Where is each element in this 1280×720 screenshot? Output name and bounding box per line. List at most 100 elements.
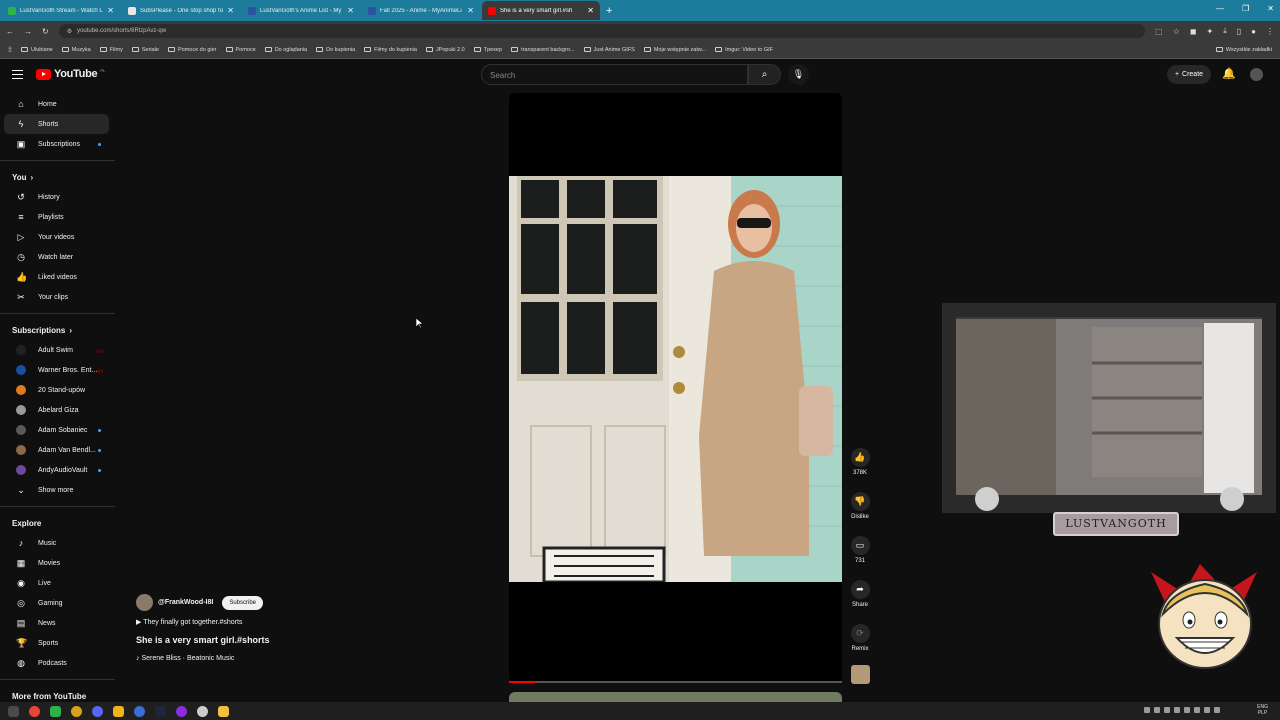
bookmark-item[interactable]: Filmy [99,47,123,53]
create-button[interactable]: + Create [1167,65,1211,84]
browser-tab[interactable]: SubsPlease - One stop shop fo ✕ [122,1,240,20]
bookmark-item[interactable]: Do kupienia [316,47,355,53]
search-input[interactable]: Search [481,64,748,85]
back-icon[interactable]: ← [6,27,14,36]
browser-tab[interactable]: LustVanGoth's Anime List - My ✕ [242,1,360,20]
input-language[interactable]: ENG PLP [1257,704,1268,716]
tray-icon[interactable] [1154,707,1160,713]
extensions-puzzle-icon[interactable]: ✦ [1207,27,1214,36]
sidebar-item-news[interactable]: ▤ News [4,613,109,633]
chrome-icon[interactable] [29,705,40,717]
sidebar-item-shorts[interactable]: ϟ Shorts [4,114,109,134]
sidebar-item-warner-bros-ent[interactable]: Warner Bros. Ent... ((•)) [4,360,109,380]
sidebar-item-20-stand-up-w[interactable]: 20 Stand-upów [4,380,109,400]
sidebar-item-your-videos[interactable]: ▷ Your videos [4,227,109,247]
bookmark-item[interactable]: Imgur: Video to GIF [715,47,773,53]
tray-icon[interactable] [1144,707,1150,713]
obs-icon[interactable] [176,705,187,717]
tab-close-icon[interactable]: ✕ [347,6,354,15]
browser-icon[interactable] [134,705,145,717]
youtube-logo[interactable]: YouTube PL [36,68,105,80]
sidebar-item-movies[interactable]: ▦ Movies [4,553,109,573]
subscriptions-header[interactable]: Subscriptions › [0,320,115,340]
tray-icon[interactable] [1214,707,1220,713]
extension-icon[interactable]: ◼ [1190,27,1197,36]
tab-close-icon[interactable]: ✕ [227,6,234,15]
sidebar-item-history[interactable]: ↺ History [4,187,109,207]
shorts-player[interactable] [509,93,842,683]
tray-icon[interactable] [1174,707,1180,713]
remix-button[interactable]: ⟳ Remix [845,624,875,652]
bookmark-item[interactable]: Filmy do kupienia [364,47,417,53]
bookmark-item[interactable]: Do oglądania [264,47,307,53]
folder-icon[interactable] [218,705,229,717]
sidebar-item-adult-swim[interactable]: Adult Swim ((•)) [4,340,109,360]
sidebar-item-sports[interactable]: 🏆 Sports [4,633,109,653]
show-more-button[interactable]: ⌄ Show more [4,480,109,500]
bookmark-star-icon[interactable]: ☆ [1173,27,1180,36]
video-progress-bar[interactable] [509,681,842,683]
guide-menu-icon[interactable] [12,70,23,79]
sidebar-item-home[interactable]: ⌂ Home [4,94,109,114]
sound-thumbnail[interactable] [851,665,870,684]
new-tab-button[interactable]: + [606,5,612,17]
account-avatar[interactable] [1250,68,1263,81]
steam-icon[interactable] [155,705,166,717]
bookmark-item[interactable]: Just Anime GIFS [583,47,635,53]
minimize-icon[interactable]: — [1216,4,1224,13]
sidebar-item-adam-van-bendl[interactable]: Adam Van Bendl... [4,440,109,460]
sidebar-item-music[interactable]: ♪ Music [4,533,109,553]
short-description[interactable]: ▶ They finally got together.#shorts [136,618,270,626]
tab-close-icon[interactable]: ✕ [467,6,474,15]
you-header[interactable]: You › [0,167,115,187]
bookmark-item[interactable]: Muzyka [61,47,91,53]
subscribe-button[interactable]: Subscribe [222,595,263,610]
tray-icon[interactable] [1204,707,1210,713]
all-bookmarks[interactable]: Wszystkie zakładki [1215,47,1272,53]
browser-tab[interactable]: She is a very smart girl.#sh ✕ [482,1,600,20]
dislike-button[interactable]: 👎 Dislike [845,492,875,520]
bookmark-item[interactable]: transparent backgro... [511,47,575,53]
reload-icon[interactable]: ↻ [42,27,49,36]
bookmark-item[interactable]: JPopuki 2.0 [425,47,465,53]
comments-button[interactable]: ▭ 731 [845,536,875,564]
sidebar-item-your-clips[interactable]: ✂ Your clips [4,287,109,307]
channel-name[interactable]: @FrankWood-I8I [158,599,213,606]
start-icon[interactable] [8,705,19,717]
share-button[interactable]: ➦ Share [845,580,875,608]
music-attribution[interactable]: ♪ Serene Bliss · Beatonic Music [136,655,270,662]
apps-grid-icon[interactable]: ⣿ [8,47,12,53]
bookmark-item[interactable]: Seriale [131,47,159,53]
bookmark-item[interactable]: Moje wstępnie zatw... [643,47,706,53]
notifications-bell-icon[interactable]: 🔔 [1222,67,1236,80]
browser-tab[interactable]: LustVanGoth Stream - Watch L ✕ [2,1,120,20]
sidebar-item-abelard-giza[interactable]: Abelard Giza [4,400,109,420]
browser-tab[interactable]: Fall 2025 - Anime - MyAnimeLi ✕ [362,1,480,20]
tray-icon[interactable] [1184,707,1190,713]
voice-search-button[interactable]: 🎙 [788,64,809,85]
sidebar-item-podcasts[interactable]: ◍ Podcasts [4,653,109,673]
sidebar-item-adam-sobaniec[interactable]: Adam Sobaniec [4,420,109,440]
sidebar-item-live[interactable]: ◉ Live [4,573,109,593]
like-button[interactable]: 👍 378K [845,448,875,476]
tab-close-icon[interactable]: ✕ [587,6,594,15]
menu-kebab-icon[interactable]: ⋮ [1266,27,1274,36]
app-icon[interactable] [197,705,208,717]
site-info-icon[interactable]: ⚙ [67,28,72,35]
channel-avatar[interactable] [136,594,153,611]
bookmark-item[interactable]: Pomoce [225,47,256,53]
sidebar-item-subscriptions[interactable]: ▣ Subscriptions [4,134,109,154]
profile-icon[interactable]: ● [1251,27,1256,36]
tray-icon[interactable] [1194,707,1200,713]
sidebar-item-playlists[interactable]: ≡ Playlists [4,207,109,227]
discord-icon[interactable] [92,705,103,717]
bookmark-item[interactable]: Tpexep [473,47,502,53]
sidebar-item-watch-later[interactable]: ◷ Watch later [4,247,109,267]
close-window-icon[interactable]: ✕ [1267,4,1274,13]
sidebar-item-andyaudiovault[interactable]: AndyAudioVault [4,460,109,480]
url-field[interactable]: ⚙ youtube.com/shorts/6RlzpAvz-qw [58,24,1146,38]
app-icon[interactable] [71,705,82,717]
forward-icon[interactable]: → [24,27,32,36]
sidepanel-icon[interactable]: ▯ [1237,27,1241,36]
kick-icon[interactable] [50,705,61,717]
